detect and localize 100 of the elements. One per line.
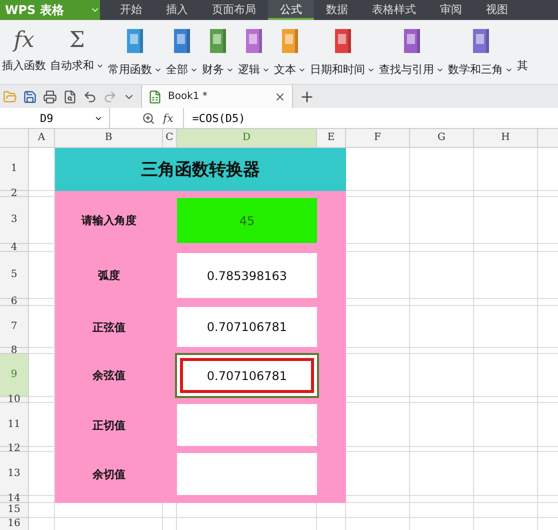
column-header[interactable]: A (29, 129, 55, 148)
column-header[interactable]: B (55, 129, 163, 148)
ribbon-button[interactable]: 全部 (166, 28, 198, 77)
document-tab[interactable]: Book1 * (141, 85, 293, 108)
ribbon-button[interactable]: 财务 (202, 28, 234, 77)
row-header[interactable]: 2 (0, 191, 29, 197)
table-cell[interactable] (410, 503, 474, 518)
open-folder-icon[interactable] (3, 90, 17, 104)
field-label: 请输入角度 (80, 213, 138, 229)
table-cell[interactable] (346, 496, 410, 503)
table-cell[interactable] (474, 354, 538, 397)
table-cell[interactable] (410, 452, 474, 496)
table-cell[interactable] (410, 244, 474, 252)
table-cell[interactable] (474, 452, 538, 496)
menu-tab[interactable]: 插入 (154, 0, 200, 20)
field-label: 正弦值 (92, 320, 126, 336)
table-cell[interactable] (410, 197, 474, 244)
row-header[interactable]: 4 (0, 244, 29, 252)
table-cell[interactable] (410, 447, 474, 452)
table-cell[interactable] (474, 348, 538, 354)
menu-tab[interactable]: 审阅 (428, 0, 474, 20)
table-cell[interactable] (474, 403, 538, 447)
close-icon[interactable] (274, 90, 286, 102)
menu-tab[interactable]: 公式 (268, 0, 314, 20)
table-cell[interactable] (410, 348, 474, 354)
row-header[interactable]: 15 (0, 503, 29, 518)
table-cell[interactable] (474, 397, 538, 403)
table-cell[interactable] (474, 148, 538, 191)
table-cell[interactable] (410, 252, 474, 299)
ribbon-button[interactable]: 查找与引用 (379, 28, 444, 77)
table-cell[interactable] (474, 197, 538, 244)
zoom-icon[interactable] (142, 112, 155, 124)
table-cell[interactable] (410, 496, 474, 503)
formula-field[interactable]: =COS(D5) (183, 108, 558, 128)
ribbon-button[interactable]: 常用函数 (108, 28, 162, 77)
function-label[interactable]: fx (163, 112, 174, 124)
table-cell[interactable] (410, 306, 474, 348)
column-header[interactable]: F (346, 129, 410, 148)
ribbon-button[interactable]: 文本 (274, 28, 306, 77)
table-cell[interactable] (474, 503, 538, 518)
field-label: 余弦值 (92, 368, 126, 384)
save-icon[interactable] (23, 90, 37, 104)
field-label: 正切值 (92, 418, 126, 434)
print-icon[interactable] (43, 90, 57, 104)
table-cell[interactable] (346, 348, 410, 354)
book-icon (470, 28, 490, 54)
table-cell[interactable] (410, 403, 474, 447)
result-cell[interactable]: 0.707106781 (177, 355, 317, 396)
table-cell[interactable] (346, 191, 410, 197)
undo-icon[interactable] (83, 90, 97, 104)
result-cell[interactable]: 0.707106781 (177, 307, 317, 347)
table-cell[interactable] (474, 244, 538, 252)
menu-tab[interactable]: 数据 (314, 0, 360, 20)
name-box[interactable]: D9 (0, 108, 110, 128)
table-cell[interactable] (346, 503, 410, 518)
menu-tab[interactable]: 表格样式 (360, 0, 428, 20)
column-header[interactable]: C (163, 129, 177, 148)
column-header[interactable]: E (317, 129, 346, 148)
redo-icon[interactable] (103, 90, 117, 104)
app-menu-button[interactable]: WPS 表格 (0, 0, 100, 20)
book-icon (208, 28, 228, 54)
table-cell[interactable] (346, 447, 410, 452)
table-cell[interactable] (410, 299, 474, 306)
result-cell[interactable] (177, 404, 317, 446)
book-icon (402, 28, 422, 54)
ribbon-button[interactable]: 日期和时间 (310, 28, 375, 77)
menu-tab[interactable]: 页面布局 (200, 0, 268, 20)
table-cell[interactable] (474, 306, 538, 348)
menu-tab[interactable]: 开始 (108, 0, 154, 20)
table-cell[interactable] (474, 299, 538, 306)
ribbon-button[interactable]: 数学和三角 (448, 28, 513, 77)
table-cell[interactable] (474, 252, 538, 299)
column-header[interactable]: G (410, 129, 474, 148)
table-cell[interactable] (410, 354, 474, 397)
table-cell[interactable] (474, 191, 538, 197)
column-header[interactable]: D (177, 129, 317, 148)
table-cell[interactable] (474, 447, 538, 452)
book-icon (125, 28, 145, 54)
input-cell[interactable]: 45 (177, 198, 317, 243)
result-cell[interactable]: 0.785398163 (177, 253, 317, 298)
print-preview-icon[interactable] (63, 90, 77, 104)
ribbon-button[interactable]: 其 (517, 28, 528, 73)
table-cell[interactable] (410, 191, 474, 197)
row-header[interactable]: 3 (0, 197, 29, 244)
table-cell[interactable] (346, 397, 410, 403)
row-header[interactable]: 6 (0, 299, 29, 306)
ribbon-button[interactable]: 逻辑 (238, 28, 270, 77)
select-all-corner[interactable] (0, 129, 29, 148)
table-cell[interactable] (410, 148, 474, 191)
table-cell[interactable] (29, 503, 55, 518)
menu-tab[interactable]: 视图 (474, 0, 520, 20)
table-cell[interactable] (474, 496, 538, 503)
ribbon-button[interactable]: Σ 自动求和 (50, 28, 104, 73)
result-cell[interactable] (177, 453, 317, 495)
book-icon (172, 28, 192, 54)
row-header[interactable]: 16 (0, 518, 29, 530)
ribbon-button[interactable]: fx 插入函数 (2, 28, 46, 73)
table-cell[interactable] (410, 397, 474, 403)
new-tab-icon[interactable] (299, 88, 315, 104)
column-header[interactable]: H (474, 129, 538, 148)
